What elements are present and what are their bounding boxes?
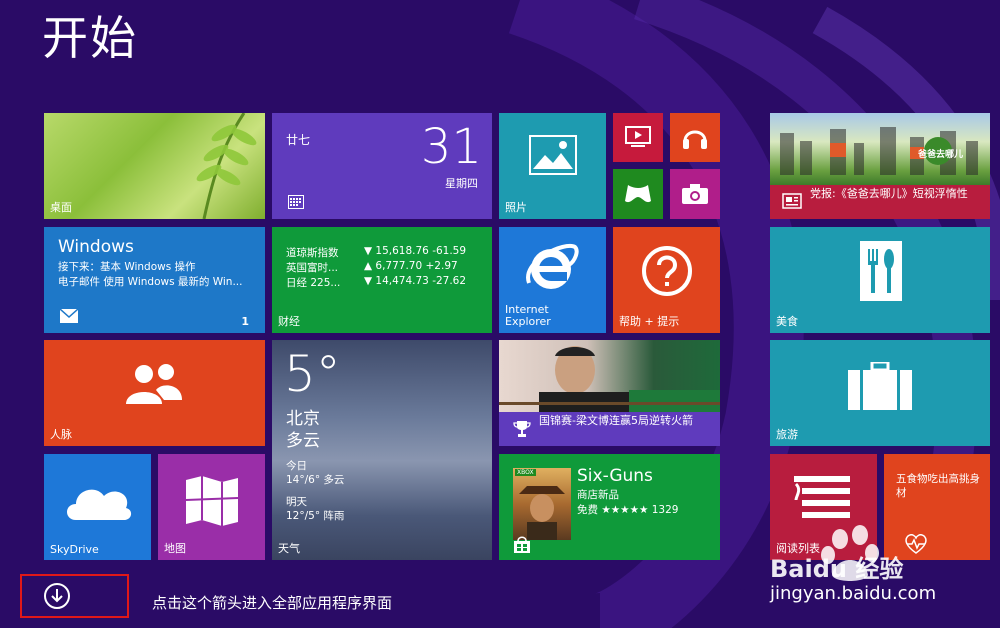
store-price-rating: 免费 ★★★★★ 1329: [577, 504, 679, 516]
trophy-icon: [513, 421, 531, 437]
annotation-highlight-box: [20, 574, 129, 618]
tile-skydrive[interactable]: SkyDrive: [44, 454, 151, 560]
annotation-hint-text: 点击这个箭头进入全部应用程序界面: [152, 594, 393, 612]
tile-internet-explorer[interactable]: Internet Explorer: [499, 227, 606, 333]
food-article-headline: 五食物吃出高挑身材: [896, 473, 980, 499]
watermark-url: jingyan.baidu.com: [770, 583, 937, 604]
tile-desktop[interactable]: 桌面: [44, 113, 265, 219]
tile-sports[interactable]: 国锦赛-梁文博连赢5局逆转火箭: [499, 340, 720, 446]
tile-label: 人脉: [50, 428, 72, 441]
map-icon: [185, 476, 239, 526]
reading-list-icon: [794, 476, 850, 518]
finance-index-name: 英国富时...: [286, 262, 339, 274]
finance-row: 英国富时... ▲ 6,777.70 +2.97: [286, 260, 458, 275]
news-headline: 党报:《爸爸去哪儿》短视浮惰性: [810, 187, 968, 200]
finance-index-value: ▼ 14,474.73 -27.62: [364, 275, 467, 287]
mail-title: Windows: [58, 237, 134, 257]
calendar-weekday: 星期四: [445, 177, 478, 190]
tile-camera[interactable]: [670, 169, 720, 219]
tile-help-tips[interactable]: 帮助 + 提示: [613, 227, 720, 333]
weather-tomorrow-forecast: 12°/5° 阵雨: [286, 510, 345, 522]
tile-label: 旅游: [776, 428, 798, 441]
tile-label: 地图: [164, 542, 186, 555]
tile-music[interactable]: [670, 113, 720, 162]
xbox-controller-icon: [625, 185, 651, 203]
finance-index-value: ▲ 6,777.70 +2.97: [364, 260, 458, 272]
mail-unread-count: 1: [241, 315, 249, 328]
finance-row: 道琼斯指数 ▼ 15,618.76 -61.59: [286, 245, 466, 260]
calendar-lunar-date: 廿七: [286, 133, 311, 147]
mail-icon: [60, 309, 78, 323]
tile-label: 帮助 + 提示: [619, 315, 680, 328]
tile-weather[interactable]: 5° 北京 多云 今日 14°/6° 多云 明天 12°/5° 阵雨 天气: [272, 340, 492, 560]
start-title: 开始: [42, 11, 138, 65]
camera-icon: [682, 184, 708, 204]
tile-label: 桌面: [50, 201, 72, 214]
news-photo: 爸爸去哪儿: [770, 113, 990, 185]
news-logo-text: 爸爸去哪儿: [918, 150, 964, 160]
cloud-icon: [67, 489, 132, 520]
finance-index-name: 道琼斯指数: [286, 247, 339, 259]
tile-video[interactable]: [613, 113, 663, 162]
tile-maps[interactable]: 地图: [158, 454, 265, 560]
photo-icon: [529, 135, 577, 175]
leaf-icon: [196, 113, 257, 219]
tile-people[interactable]: 人脉: [44, 340, 265, 446]
store-bag-icon: [514, 536, 530, 553]
tile-label: Internet Explorer: [505, 304, 551, 328]
sports-photo: [499, 340, 720, 412]
mail-line-2: 电子邮件 使用 Windows 最新的 Win...: [58, 276, 243, 288]
finance-index-value: ▼ 15,618.76 -61.59: [364, 245, 467, 257]
tile-games[interactable]: [613, 169, 663, 219]
tile-label: 天气: [278, 542, 300, 555]
suitcase-icon: [848, 362, 912, 410]
tile-label: SkyDrive: [50, 543, 99, 556]
store-category: 商店新品: [577, 489, 619, 501]
headphones-icon: [683, 130, 707, 149]
tile-calendar[interactable]: 廿七 31 星期四: [272, 113, 492, 219]
tile-photos[interactable]: 照片: [499, 113, 606, 219]
watermark-brand: Baidu 经验: [770, 555, 904, 583]
tile-label: 美食: [776, 315, 798, 328]
weather-today-label: 今日: [286, 460, 307, 472]
tile-finance[interactable]: 道琼斯指数 ▼ 15,618.76 -61.59 英国富时... ▲ 6,777…: [272, 227, 492, 333]
finance-row: 日经 225... ▼ 14,474.73 -27.62: [286, 275, 466, 290]
help-question-icon: [642, 246, 692, 296]
calendar-date: 31: [420, 119, 482, 175]
tile-store[interactable]: XBOX Six-Guns 商店新品 免费 ★★★★★ 1329: [499, 454, 720, 560]
tile-mail[interactable]: Windows 接下来：基本 Windows 操作 电子邮件 使用 Window…: [44, 227, 265, 333]
tile-travel[interactable]: 旅游: [770, 340, 990, 446]
tile-label: 财经: [278, 315, 300, 328]
store-game-title: Six-Guns: [577, 466, 653, 486]
weather-temperature: 5°: [284, 345, 341, 403]
game-cover-image: XBOX: [513, 468, 571, 540]
weather-tomorrow-label: 明天: [286, 496, 307, 508]
finance-index-name: 日经 225...: [286, 277, 341, 289]
ie-label-line-2: Explorer: [505, 315, 551, 328]
xbox-badge: XBOX: [515, 469, 536, 476]
weather-today-forecast: 14°/6° 多云: [286, 474, 345, 486]
tile-food[interactable]: 美食: [770, 227, 990, 333]
internet-explorer-icon: [526, 243, 579, 289]
mail-line-1: 接下来：基本 Windows 操作: [58, 261, 196, 273]
calendar-icon: [288, 195, 304, 209]
weather-condition: 多云: [286, 431, 320, 451]
sports-headline: 国锦赛-梁文博连赢5局逆转火箭: [539, 414, 693, 427]
people-icon: [126, 364, 182, 404]
tile-news[interactable]: 爸爸去哪儿 党报:《爸爸去哪儿》短视浮惰性: [770, 113, 990, 219]
baidu-watermark: Baidu 经验 jingyan.baidu.com: [770, 525, 990, 628]
video-icon: [625, 126, 651, 147]
tile-label: 照片: [505, 201, 527, 214]
news-icon: [782, 193, 802, 209]
fork-knife-icon: [860, 241, 902, 301]
